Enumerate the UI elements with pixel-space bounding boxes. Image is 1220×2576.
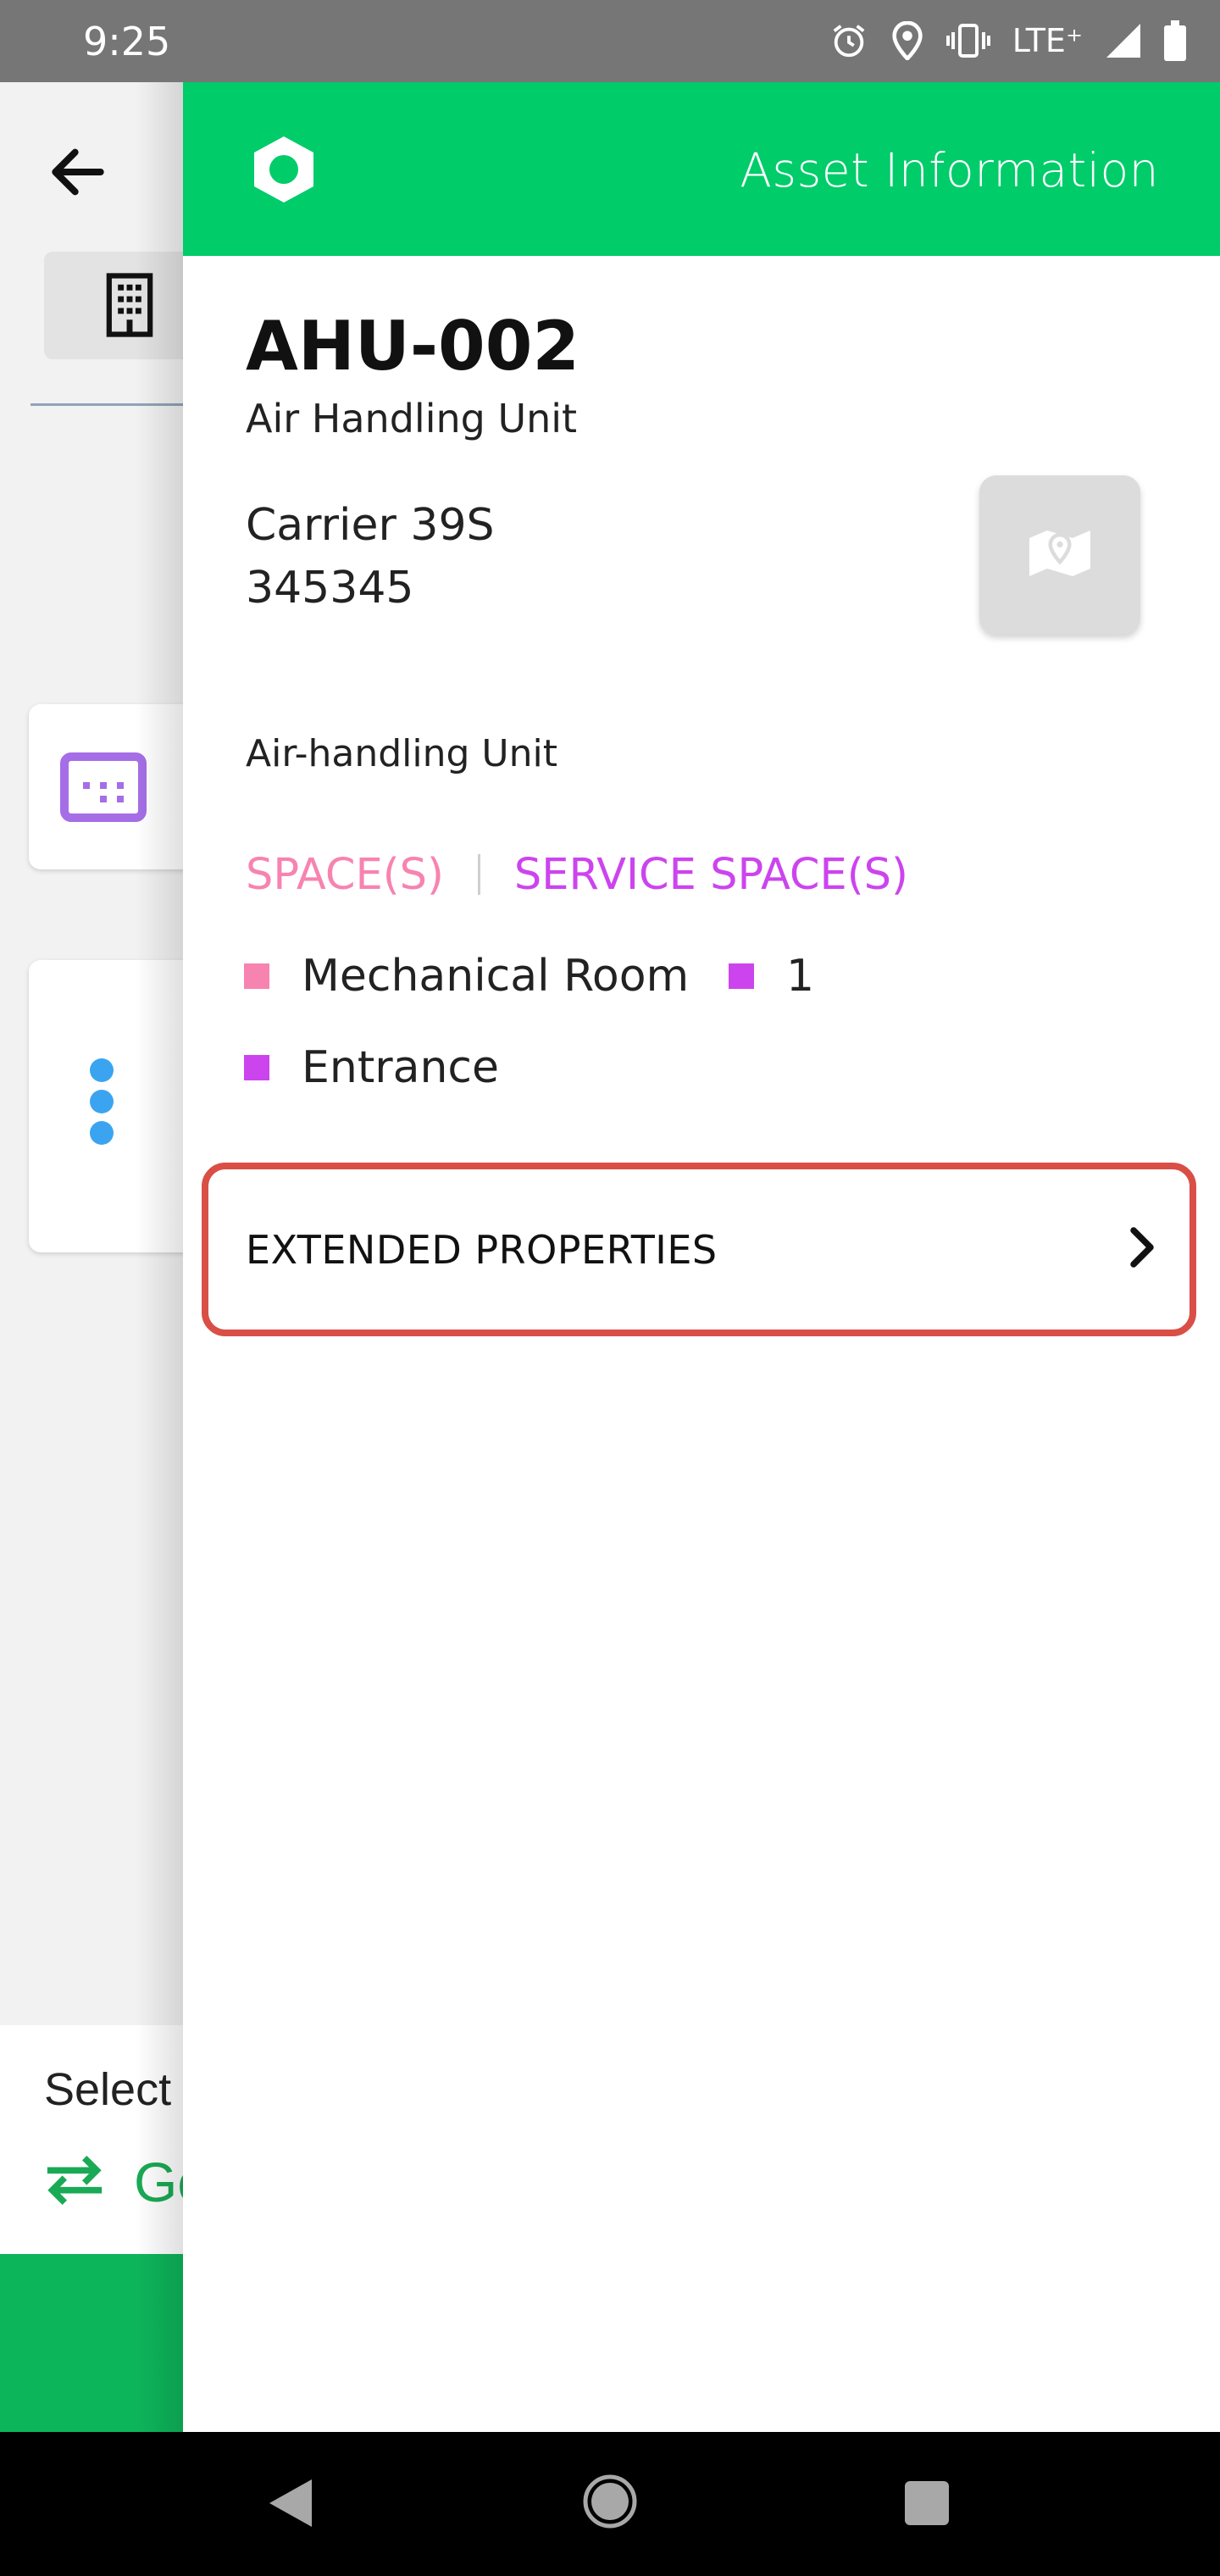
nav-recents-icon[interactable]: [905, 2481, 949, 2529]
space-label: 1: [786, 951, 815, 1002]
status-bar: 9:25 LTE⁺: [0, 0, 1220, 82]
asset-type: Air Handling Unit: [246, 396, 578, 441]
page-title: Asset Information: [740, 143, 1159, 197]
nav-back-icon[interactable]: [264, 2476, 315, 2534]
asset-info-drawer: Asset Information AHU-002 Air Handling U…: [183, 82, 1220, 2432]
app-logo-icon: [251, 135, 317, 204]
back-arrow-icon[interactable]: [44, 138, 112, 206]
space-tabs: SPACE(S) SERVICE SPACE(S): [246, 845, 908, 904]
extended-properties-label: EXTENDED PROPERTIES: [246, 1226, 718, 1273]
asset-name: AHU-002: [246, 307, 580, 386]
network-label: LTE⁺: [1012, 22, 1083, 59]
more-vertical-icon[interactable]: [90, 1058, 114, 1152]
space-color-marker: [244, 963, 269, 989]
asset-category: Air-handling Unit: [246, 732, 557, 775]
drawer-header: Asset Information: [183, 82, 1220, 256]
map-marker-icon: [1027, 525, 1093, 586]
space-item: Entrance: [244, 1042, 499, 1093]
map-button[interactable]: [979, 475, 1140, 635]
space-item: 1: [729, 951, 814, 1002]
device-icon: [59, 752, 147, 827]
extended-properties-button[interactable]: EXTENDED PROPERTIES: [202, 1163, 1196, 1336]
battery-icon: [1164, 20, 1186, 61]
space-color-marker: [729, 963, 754, 989]
drawer-shadow: [136, 82, 183, 2432]
nav-home-icon[interactable]: [583, 2474, 637, 2533]
swap-icon[interactable]: [42, 2155, 107, 2210]
asset-model: Carrier 39S: [246, 500, 495, 551]
space-color-marker: [244, 1055, 269, 1080]
tab-spaces[interactable]: SPACE(S): [246, 850, 444, 900]
tab-service-spaces[interactable]: SERVICE SPACE(S): [514, 850, 908, 900]
asset-serial: 345345: [246, 563, 414, 613]
space-label: Entrance: [302, 1042, 499, 1093]
alarm-icon: [829, 21, 868, 60]
space-label: Mechanical Room: [302, 951, 690, 1002]
tab-separator: [477, 854, 480, 895]
status-time: 9:25: [83, 19, 171, 64]
status-icons: LTE⁺: [829, 15, 1186, 66]
signal-icon: [1105, 22, 1142, 59]
vibrate-icon: [946, 24, 990, 58]
system-nav-bar: [0, 2432, 1220, 2576]
space-item: Mechanical Room: [244, 951, 689, 1002]
location-icon: [890, 21, 924, 60]
chevron-right-icon: [1125, 1225, 1159, 1274]
